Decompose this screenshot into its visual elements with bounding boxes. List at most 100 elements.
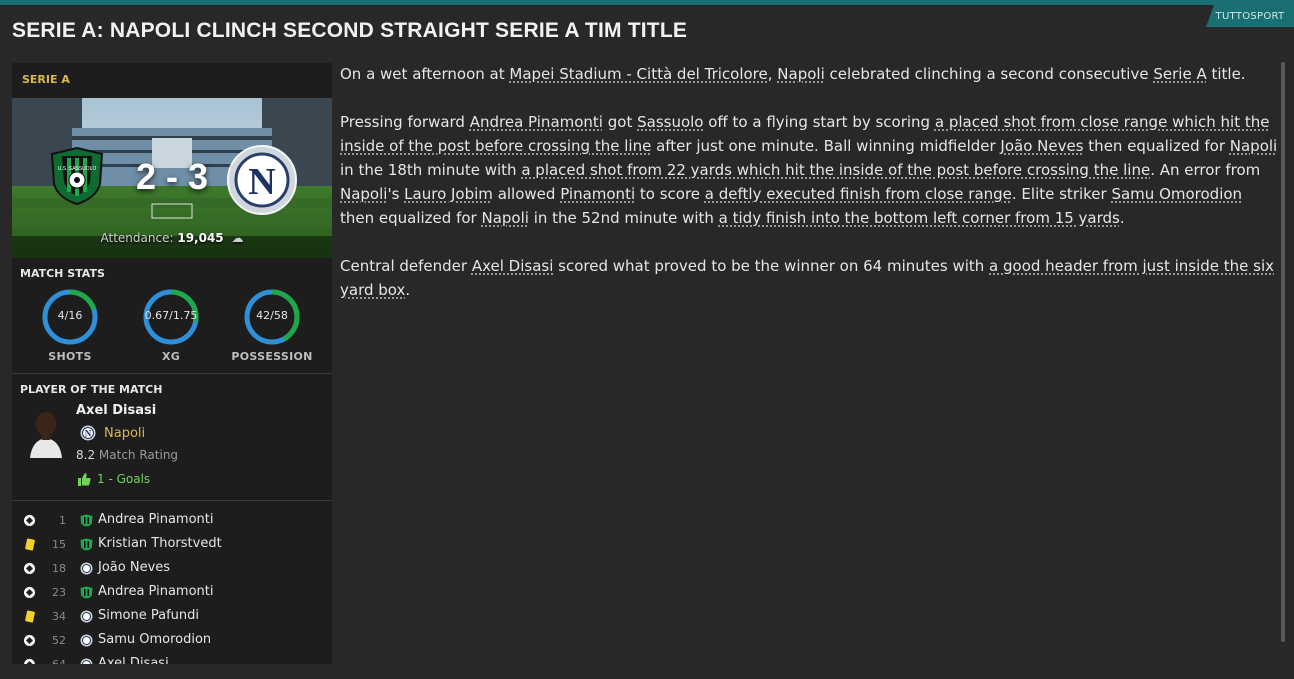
source-tab[interactable]: TUTTOSPORT (1206, 5, 1294, 27)
top-accent-bar (0, 0, 1294, 5)
article-text: 's (387, 185, 405, 203)
yellow-card-icon (24, 610, 36, 623)
sassuolo-badge-icon (80, 514, 93, 527)
article-text: then equalized for (1083, 137, 1230, 155)
article-link[interactable]: Sassuolo (637, 113, 703, 131)
goals-label: 1 - Goals (97, 472, 151, 486)
article-link[interactable]: a placed shot from 22 yards which hit th… (521, 161, 1150, 179)
match-summary-panel: SERIE A U.S. SASSUOLO 2 - 3 N Attendance… (12, 63, 332, 664)
potm-name[interactable]: Axel Disasi (76, 403, 156, 418)
event-minute: 18 (52, 562, 66, 575)
napoli-badge-icon (80, 610, 93, 623)
attendance-label: Attendance: (100, 231, 174, 245)
goal-ball-icon (24, 587, 36, 599)
napoli-badge-icon (80, 562, 93, 575)
event-player[interactable]: Axel Disasi (98, 656, 169, 664)
article-link[interactable]: João Neves (1000, 137, 1083, 155)
event-row[interactable]: 23 Andrea Pinamonti (12, 582, 332, 606)
article-text: after just one minute. Ball winning midf… (651, 137, 1001, 155)
article-text: title. (1206, 65, 1246, 83)
event-row[interactable]: 34 Simone Pafundi (12, 606, 332, 630)
scrollbar[interactable] (1281, 62, 1285, 642)
article-text: then equalized for (340, 209, 482, 227)
thumbs-up-icon (78, 472, 91, 486)
event-row[interactable]: 15 Kristian Thorstvedt (12, 534, 332, 558)
competition-label[interactable]: SERIE A (22, 73, 70, 86)
potm-goals: 1 - Goals (78, 472, 150, 486)
event-minute: 23 (52, 586, 66, 599)
potm-title: PLAYER OF THE MATCH (20, 383, 163, 396)
article-link[interactable]: a deftly executed finish from close rang… (705, 185, 1012, 203)
possession-value: 42/58 (256, 309, 288, 322)
article-text: . (1119, 209, 1125, 227)
article-link[interactable]: Lauro Jobim (404, 185, 493, 203)
goal-ball-icon (24, 659, 36, 664)
xg-value: 0.67/1.75 (144, 309, 198, 322)
divider (12, 373, 332, 374)
event-player[interactable]: Andrea Pinamonti (98, 512, 213, 527)
article-link[interactable]: Napoli (777, 65, 824, 83)
article-text: , (767, 65, 778, 83)
event-minute: 34 (52, 610, 66, 623)
event-player[interactable]: João Neves (98, 560, 170, 575)
article-paragraph: Pressing forward Andrea Pinamonti got Sa… (340, 110, 1280, 230)
article-text: off to a flying start by scoring (703, 113, 935, 131)
event-player[interactable]: Simone Pafundi (98, 608, 199, 623)
article-link[interactable]: Napoli (1230, 137, 1277, 155)
match-banner: U.S. SASSUOLO 2 - 3 N Attendance: 19,045… (12, 98, 332, 258)
napoli-badge-icon (80, 658, 93, 664)
event-row[interactable]: 52 Samu Omorodion (12, 630, 332, 654)
player-photo[interactable] (26, 406, 66, 458)
attendance: Attendance: 19,045 ☁ (12, 231, 332, 245)
napoli-crest-icon[interactable]: N (226, 144, 298, 216)
article: On a wet afternoon at Mapei Stadium - Ci… (340, 62, 1280, 326)
article-text: Central defender (340, 257, 472, 275)
article-link[interactable]: Axel Disasi (472, 257, 554, 275)
divider (12, 500, 332, 501)
article-link[interactable]: a tidy finish into the bottom left corne… (719, 209, 1120, 227)
article-text: Pressing forward (340, 113, 470, 131)
article-link[interactable]: Samu Omorodion (1111, 185, 1242, 203)
event-row[interactable]: 18 João Neves (12, 558, 332, 582)
goal-ball-icon (24, 635, 36, 647)
article-paragraph: On a wet afternoon at Mapei Stadium - Ci… (340, 62, 1280, 86)
possession-label: POSSESSION (231, 350, 313, 363)
stat-xg: 0.67/1.75 XG (126, 288, 216, 363)
article-text: to score (635, 185, 705, 203)
shots-label: SHOTS (48, 350, 92, 363)
shots-value: 4/16 (57, 309, 83, 322)
event-minute: 15 (52, 538, 66, 551)
score: 2 - 3 (135, 156, 209, 197)
event-player[interactable]: Andrea Pinamonti (98, 584, 213, 599)
rating-value: 8.2 (76, 448, 96, 462)
event-row[interactable]: 1 Andrea Pinamonti (12, 510, 332, 534)
article-text: allowed (492, 185, 561, 203)
article-link[interactable]: Mapei Stadium - Città del Tricolore (509, 65, 767, 83)
match-events-list: 1 Andrea Pinamonti 15 Kristian Thorstvedt 18… (12, 510, 332, 664)
sassuolo-crest-icon[interactable]: U.S. SASSUOLO (50, 146, 104, 206)
event-player[interactable]: Samu Omorodion (98, 632, 211, 647)
stat-shots: 4/16 SHOTS (25, 288, 115, 363)
article-link[interactable]: Napoli (481, 209, 528, 227)
event-row[interactable]: 64 Axel Disasi (12, 654, 332, 664)
match-stats-title: MATCH STATS (20, 267, 105, 280)
sassuolo-badge-icon (80, 538, 93, 551)
goal-ball-icon (24, 563, 36, 575)
article-link[interactable]: Napoli (340, 185, 387, 203)
rain-cloud-icon: ☁ (231, 231, 244, 245)
article-text: in the 18th minute with (340, 161, 522, 179)
event-minute: 1 (59, 514, 66, 527)
article-link[interactable]: Serie A (1153, 65, 1206, 83)
article-text: in the 52nd minute with (528, 209, 719, 227)
potm-club[interactable]: N Napoli (80, 425, 145, 441)
rating-label: Match Rating (98, 448, 179, 462)
article-text: scored what proved to be the winner on 6… (553, 257, 990, 275)
event-player[interactable]: Kristian Thorstvedt (98, 536, 222, 551)
napoli-badge-icon: N (80, 425, 96, 441)
article-link[interactable]: Pinamonti (560, 185, 635, 203)
yellow-card-icon (24, 538, 36, 551)
potm-club-label: Napoli (104, 425, 146, 441)
article-text: On a wet afternoon at (340, 65, 510, 83)
article-link[interactable]: Andrea Pinamonti (470, 113, 603, 131)
event-minute: 52 (52, 634, 66, 647)
